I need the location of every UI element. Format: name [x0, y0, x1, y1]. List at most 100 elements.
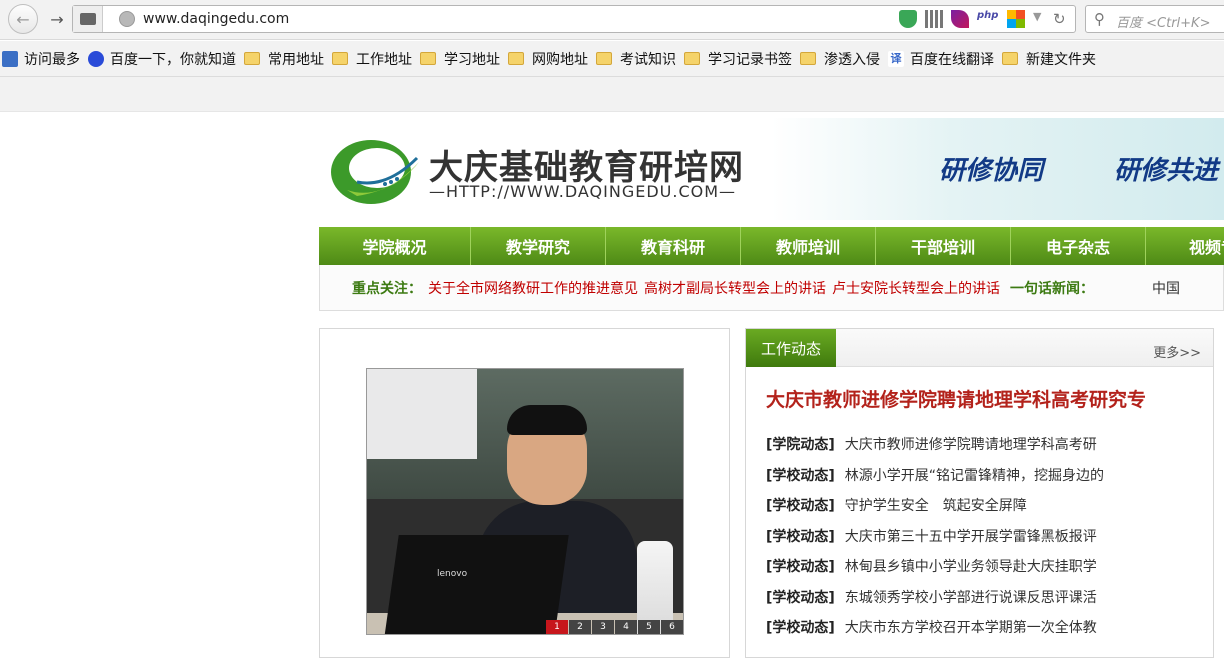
- focus-link[interactable]: 高树才副局长转型会上的讲话: [644, 278, 826, 298]
- bookmark-item[interactable]: 学习地址: [420, 49, 500, 69]
- bookmarks-bar: 访问最多 百度一下，你就知道 常用地址 工作地址 学习地址 网购地址 考试知识 学习记录书签 渗…: [0, 41, 1224, 77]
- slide-page-button[interactable]: 2: [569, 620, 591, 634]
- address-bar[interactable]: www.daqingedu.com php ▼ ↻: [72, 5, 1076, 33]
- browser-navbar: ← → www.daqingedu.com php ▼ ↻ ⚲ 百度 <Ctrl…: [0, 0, 1224, 40]
- slogan-1: 研修协同: [939, 156, 1044, 186]
- folder-icon: [800, 52, 816, 65]
- news-headline[interactable]: 大庆市教师进修学院聘请地理学科高考研究专: [766, 385, 1146, 412]
- dropdown-icon[interactable]: ▼: [1033, 10, 1045, 28]
- main-menu: 学院概况教学研究教育科研教师培训干部培训电子杂志视频专: [319, 227, 1224, 265]
- search-box[interactable]: ⚲ 百度 <Ctrl+K>: [1085, 5, 1224, 33]
- bookmark-item[interactable]: 百度一下，你就知道: [88, 49, 236, 69]
- translate-icon: 译: [888, 50, 904, 67]
- qr-code-icon[interactable]: [925, 10, 943, 28]
- news-title[interactable]: 大庆市东方学校召开本学期第一次全体教: [845, 617, 1097, 637]
- folder-icon: [508, 52, 524, 65]
- slide-page-button[interactable]: 5: [638, 620, 660, 634]
- tab-work-news[interactable]: 工作动态: [746, 329, 836, 367]
- bookmark-label: 考试知识: [620, 51, 676, 68]
- news-ticker[interactable]: 中国: [1152, 278, 1180, 298]
- news-item[interactable]: [学院动态] 大庆市教师进修学院聘请地理学科高考研: [766, 429, 1196, 460]
- bookmark-item[interactable]: 访问最多: [2, 49, 80, 69]
- forward-button[interactable]: →: [44, 6, 70, 32]
- bookmark-label: 常用地址: [268, 51, 324, 68]
- slide-page-button[interactable]: 4: [615, 620, 637, 634]
- bookmark-label: 百度在线翻译: [910, 51, 994, 68]
- news-item[interactable]: [学校动态] 林源小学开展“铭记雷锋精神，挖掘身边的: [766, 460, 1196, 491]
- news-title[interactable]: 守护学生安全 筑起安全屏障: [845, 495, 1027, 515]
- news-category[interactable]: [学校动态]: [766, 556, 835, 576]
- slide-page-button[interactable]: 1: [546, 620, 568, 634]
- shield-icon[interactable]: [899, 10, 917, 28]
- photo-laptop: [383, 535, 569, 634]
- site-logo-icon[interactable]: [327, 132, 423, 208]
- menu-item[interactable]: 学院概况: [319, 227, 471, 265]
- laptop-brand: lenovo: [437, 569, 468, 579]
- bookmark-item[interactable]: 网购地址: [508, 49, 588, 69]
- bookmark-item[interactable]: 译百度在线翻译: [888, 49, 994, 69]
- arrow-right-icon: →: [50, 9, 64, 29]
- photo-slideshow-box: lenovo 123456: [319, 328, 730, 658]
- site-header: 大庆基础教育研培网 —HTTP://WWW.DAQINGEDU.COM— 研修协…: [319, 118, 1224, 220]
- news-item[interactable]: [学校动态] 大庆市东方学校召开本学期第一次全体教: [766, 612, 1196, 643]
- bookmark-label: 百度一下，你就知道: [110, 51, 236, 68]
- folder-icon: [420, 52, 436, 65]
- menu-item[interactable]: 教师培训: [741, 227, 876, 265]
- slide-page-button[interactable]: 3: [592, 620, 614, 634]
- menu-item[interactable]: 干部培训: [876, 227, 1011, 265]
- search-icon: [2, 50, 18, 67]
- news-title[interactable]: 林甸县乡镇中小学业务领导赴大庆挂职学: [845, 556, 1097, 576]
- menu-item[interactable]: 教育科研: [606, 227, 741, 265]
- news-category[interactable]: [学校动态]: [766, 495, 835, 515]
- windows-icon[interactable]: [1007, 10, 1025, 28]
- focus-link[interactable]: 关于全市网络教研工作的推进意见: [428, 278, 638, 298]
- photo-hair: [507, 405, 587, 435]
- news-title[interactable]: 大庆市教师进修学院聘请地理学科高考研: [845, 434, 1097, 454]
- news-item[interactable]: [学校动态] 东城领秀学校小学部进行说课反思评课活: [766, 582, 1196, 613]
- bookmark-item[interactable]: 学习记录书签: [684, 49, 792, 69]
- news-item[interactable]: [学校动态] 林甸县乡镇中小学业务领导赴大庆挂职学: [766, 551, 1196, 582]
- feather-icon[interactable]: [951, 10, 969, 28]
- globe-icon: [119, 11, 135, 27]
- bookmark-item[interactable]: 常用地址: [244, 49, 324, 69]
- site-url-banner: —HTTP://WWW.DAQINGEDU.COM—: [429, 182, 737, 201]
- web-page: 大庆基础教育研培网 —HTTP://WWW.DAQINGEDU.COM— 研修协…: [0, 112, 1224, 658]
- news-title[interactable]: 东城领秀学校小学部进行说课反思评课活: [845, 587, 1097, 607]
- photo-screen: [367, 369, 477, 459]
- bookmark-label: 工作地址: [356, 51, 412, 68]
- news-category[interactable]: [学校动态]: [766, 526, 835, 546]
- work-news-box: 工作动态 更多>> 大庆市教师进修学院聘请地理学科高考研究专 [学院动态] 大庆市…: [745, 328, 1214, 658]
- more-link[interactable]: 更多>>: [1153, 342, 1201, 361]
- bookmark-label: 学习记录书签: [708, 51, 792, 68]
- news-list: [学院动态] 大庆市教师进修学院聘请地理学科高考研 [学校动态] 林源小学开展“铭记雷…: [766, 429, 1196, 643]
- bookmark-item[interactable]: 工作地址: [332, 49, 412, 69]
- reload-icon[interactable]: ↻: [1053, 10, 1067, 28]
- php-icon[interactable]: php: [977, 10, 999, 28]
- back-button[interactable]: ←: [8, 4, 38, 34]
- bookmark-item[interactable]: 新建文件夹: [1002, 49, 1096, 69]
- menu-item[interactable]: 教学研究: [471, 227, 606, 265]
- folder-icon: [596, 52, 612, 65]
- news-category[interactable]: [学校动态]: [766, 617, 835, 637]
- url-text[interactable]: www.daqingedu.com: [143, 11, 289, 27]
- slide-page-button[interactable]: 6: [661, 620, 683, 634]
- bookmark-item[interactable]: 考试知识: [596, 49, 676, 69]
- news-category[interactable]: [学校动态]: [766, 465, 835, 485]
- focus-bar: 重点关注： 关于全市网络教研工作的推进意见 高树才副局长转型会上的讲话 卢士安院…: [319, 265, 1224, 311]
- menu-item[interactable]: 电子杂志: [1011, 227, 1146, 265]
- news-item[interactable]: [学校动态] 大庆市第三十五中学开展学雷锋黑板报评: [766, 521, 1196, 552]
- bookmark-label: 学习地址: [444, 51, 500, 68]
- focus-link[interactable]: 卢士安院长转型会上的讲话: [832, 278, 1000, 298]
- page-icon: [79, 13, 96, 25]
- news-title[interactable]: 大庆市第三十五中学开展学雷锋黑板报评: [845, 526, 1097, 546]
- news-title[interactable]: 林源小学开展“铭记雷锋精神，挖掘身边的: [845, 465, 1104, 485]
- bookmark-item[interactable]: 渗透入侵: [800, 49, 880, 69]
- news-category[interactable]: [学院动态]: [766, 434, 835, 454]
- site-identity-button[interactable]: [73, 6, 103, 32]
- slideshow-photo[interactable]: lenovo 123456: [366, 368, 684, 635]
- search-icon: ⚲: [1094, 10, 1105, 28]
- menu-item[interactable]: 视频专: [1146, 227, 1224, 265]
- news-category[interactable]: [学校动态]: [766, 587, 835, 607]
- news-item[interactable]: [学校动态] 守护学生安全 筑起安全屏障: [766, 490, 1196, 521]
- bookmark-label: 访问最多: [24, 51, 80, 68]
